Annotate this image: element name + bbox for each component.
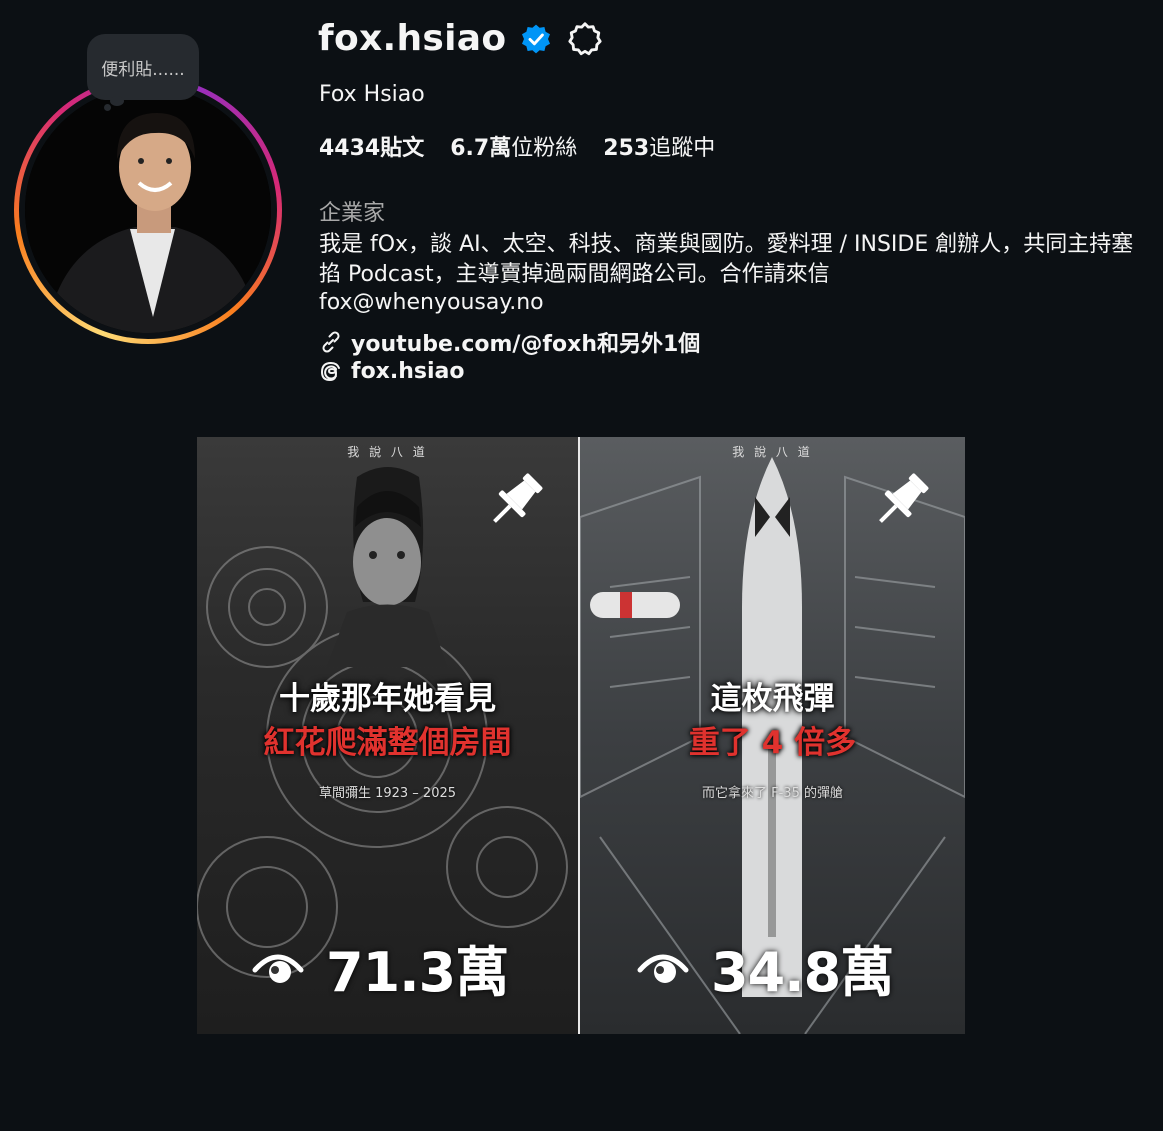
profile-page: 便利貼...... fox.hsiao Fox Hsiao 4434貼文 6.7… — [0, 0, 1163, 1131]
post-1-title-line1: 十歲那年她看見 — [279, 681, 496, 717]
post-1-views-count: 71.3萬 — [326, 941, 509, 1004]
note-tail — [110, 96, 124, 106]
post-1-subtitle: 草間彌生 1923 – 2025 — [318, 786, 457, 801]
external-link[interactable]: youtube.com/@foxh和另外1個 — [319, 326, 700, 358]
followers-stat[interactable]: 6.7萬位粉絲 — [450, 130, 577, 162]
username-row: fox.hsiao — [318, 18, 604, 59]
threads-link-text: fox.hsiao — [351, 359, 465, 384]
avatar[interactable] — [25, 87, 271, 333]
post-2-views-count: 34.8萬 — [711, 941, 894, 1004]
note-bubble[interactable]: 便利貼...... — [87, 34, 199, 100]
following-stat[interactable]: 253追蹤中 — [603, 130, 715, 162]
username: fox.hsiao — [318, 18, 507, 59]
note-text: 便利貼...... — [101, 59, 185, 80]
followers-count: 6.7萬 — [450, 136, 512, 161]
external-link-text: youtube.com/@foxh和另外1個 — [351, 332, 701, 357]
post-2-title-line1: 這枚飛彈 — [710, 681, 835, 717]
following-label: 追蹤中 — [649, 136, 716, 161]
threads-link[interactable]: fox.hsiao — [319, 359, 465, 384]
verified-badge-icon — [522, 24, 551, 53]
following-count: 253 — [603, 136, 650, 161]
link-icon — [322, 331, 340, 353]
views-icon — [252, 954, 304, 983]
note-tail-small — [104, 104, 111, 111]
post-2-title-line2: 重了 4 倍多 — [688, 725, 857, 761]
post-1-title-line2: 紅花爬滿整個房間 — [263, 725, 512, 761]
post-2-views: 34.8萬 — [637, 928, 894, 1007]
settings-gear-icon[interactable] — [566, 20, 604, 58]
posts-count: 4434 — [319, 136, 381, 161]
pinned-icon — [493, 473, 543, 523]
post-2-header: 我 說 八 道 — [732, 445, 813, 459]
profile-category: 企業家 — [319, 201, 386, 226]
profile-stats: 4434貼文 6.7萬位粉絲 253追蹤中 — [319, 130, 715, 162]
views-icon — [637, 954, 689, 983]
pinned-icon — [879, 473, 929, 523]
avatar-story-ring[interactable] — [14, 76, 282, 344]
post-1-header: 我 說 八 道 — [347, 445, 428, 459]
posts-label: 貼文 — [380, 136, 425, 161]
threads-icon — [320, 361, 340, 381]
post-2-subtitle: 而它拿來了 F-35 的彈艙 — [702, 786, 843, 801]
avatar-photo — [25, 87, 271, 333]
followers-label: 位粉絲 — [511, 136, 578, 161]
posts-stat[interactable]: 4434貼文 — [319, 130, 424, 162]
full-name: Fox Hsiao — [319, 82, 425, 107]
bio-text: 我是 fOx，談 AI、太空、科技、商業與國防。愛料理 / INSIDE 創辦人… — [319, 232, 1134, 287]
post-1-views: 71.3萬 — [252, 928, 509, 1007]
bio-email: fox@whenyousay.no — [319, 290, 544, 315]
post-divider — [578, 437, 580, 1034]
